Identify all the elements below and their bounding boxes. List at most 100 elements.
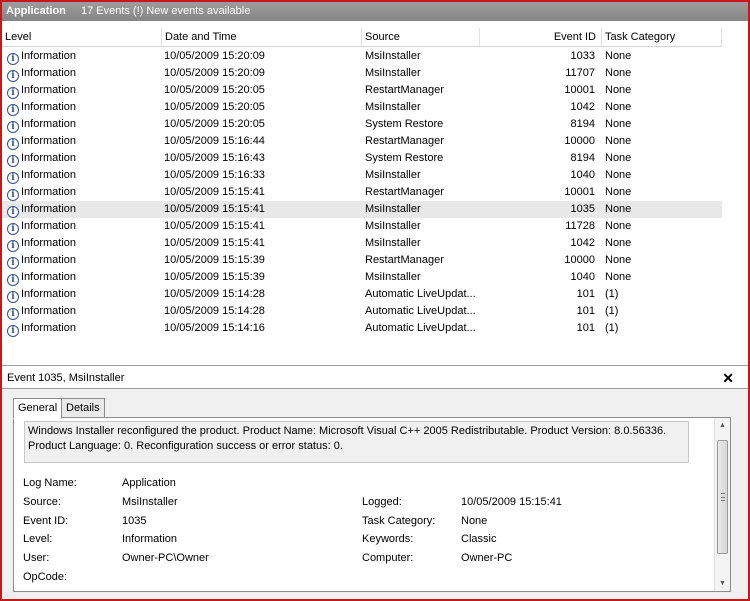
event-row[interactable]: i Information 10/05/2009 15:15:39 RestartMa… [2,252,722,269]
event-date-time: 10/05/2009 15:20:05 [164,84,265,96]
close-icon[interactable]: ✕ [722,367,734,389]
event-task-category: None [605,237,632,249]
event-row[interactable]: i Information 10/05/2009 15:16:43 System Re… [2,150,722,167]
event-source: MsiInstaller [365,271,421,283]
information-icon: i [7,104,19,116]
log-name-title: Application [6,5,66,17]
event-level: i Information [7,320,157,337]
event-date-time: 10/05/2009 15:14:16 [164,322,265,334]
event-task-category: None [605,220,632,232]
information-icon: i [7,274,19,286]
task-category-value: None [461,515,488,527]
event-row[interactable]: i Information 10/05/2009 15:16:33 MsiInstal… [2,167,722,184]
tab-general[interactable]: General [13,398,63,419]
details-scrollbar[interactable]: ▲ ▼ [714,418,730,591]
event-task-category: None [605,67,632,79]
event-id: 10000 [564,254,595,266]
user-label: User: [23,552,50,564]
event-source: Automatic LiveUpdat... [365,288,476,300]
event-source: MsiInstaller [365,203,421,215]
event-level: i Information [7,65,157,82]
event-row[interactable]: i Information 10/05/2009 15:16:44 RestartMa… [2,133,722,150]
event-source: MsiInstaller [365,169,421,181]
event-task-category: None [605,84,632,96]
keywords-value[interactable]: Classic [461,533,496,545]
event-row[interactable]: i Information 10/05/2009 15:20:09 MsiInstal… [2,65,722,82]
event-date-time: 10/05/2009 15:20:09 [164,50,265,62]
event-row[interactable]: i Information 10/05/2009 15:14:28 Automatic… [2,303,722,320]
event-level-text: Information [21,254,77,266]
event-level-text: Information [21,322,77,334]
event-level-text: Information [21,101,77,113]
column-header-event-id[interactable]: Event ID [480,28,602,47]
event-date-time: 10/05/2009 15:16:44 [164,135,265,147]
event-source: MsiInstaller [365,67,421,79]
event-row[interactable]: i Information 10/05/2009 15:20:05 MsiInstal… [2,99,722,116]
event-level-text: Information [21,203,77,215]
level-value: Information [122,533,178,545]
event-task-category: None [605,186,632,198]
event-details-title: Event 1035, MsiInstaller [7,372,125,384]
scroll-thumb[interactable] [717,440,728,554]
event-task-category: (1) [605,322,619,334]
information-icon: i [7,240,19,252]
event-date-time: 10/05/2009 15:20:05 [164,118,265,130]
event-row[interactable]: i Information 10/05/2009 15:14:16 Automatic… [2,320,722,337]
event-row[interactable]: i Information 10/05/2009 15:15:41 MsiInstal… [2,201,722,218]
event-row[interactable]: i Information 10/05/2009 15:15:41 RestartMa… [2,184,722,201]
event-level: i Information [7,269,157,286]
logged-label: Logged: [362,496,402,508]
column-header-date-time[interactable]: Date and Time [162,28,362,47]
event-source: RestartManager [365,135,444,147]
event-task-category: None [605,135,632,147]
event-date-time: 10/05/2009 15:16:33 [164,169,265,181]
information-icon: i [7,70,19,82]
event-level: i Information [7,150,157,167]
task-category-label: Task Category: [362,515,436,527]
column-header-level[interactable]: Level [2,28,162,47]
source-value: MsiInstaller [122,496,178,508]
event-date-time: 10/05/2009 15:14:28 [164,305,265,317]
event-row[interactable]: i Information 10/05/2009 15:15:41 MsiInstal… [2,235,722,252]
event-source: MsiInstaller [365,220,421,232]
event-task-category: (1) [605,305,619,317]
information-icon: i [7,257,19,269]
event-id-value: 1035 [122,515,147,527]
scroll-down-icon[interactable]: ▼ [715,576,730,591]
event-message[interactable]: Windows Installer reconfigured the produ… [24,421,689,463]
column-header-task-category[interactable]: Task Category [602,28,722,47]
event-source: System Restore [365,118,444,130]
event-id: 1035 [570,203,595,215]
event-row[interactable]: i Information 10/05/2009 15:20:05 RestartMa… [2,82,722,99]
event-level: i Information [7,133,157,150]
user-value: Owner-PC\Owner [122,552,209,564]
event-level-text: Information [21,50,77,62]
tab-details[interactable]: Details [61,398,105,418]
event-date-time: 10/05/2009 15:14:28 [164,288,265,300]
event-row[interactable]: i Information 10/05/2009 15:20:09 MsiInstal… [2,48,722,65]
event-level: i Information [7,184,157,201]
event-level: i Information [7,218,157,235]
event-date-time: 10/05/2009 15:16:43 [164,152,265,164]
scroll-up-icon[interactable]: ▲ [715,418,730,433]
event-level: i Information [7,116,157,133]
event-task-category: None [605,271,632,283]
log-title-bar: Application 17 Events (!) New events ava… [2,2,748,21]
event-task-category: None [605,169,632,181]
event-row[interactable]: i Information 10/05/2009 15:20:05 System Re… [2,116,722,133]
event-row[interactable]: i Information 10/05/2009 15:14:28 Automatic… [2,286,722,303]
information-icon: i [7,155,19,167]
log-name-value: Application [122,477,176,489]
event-level: i Information [7,235,157,252]
event-level-text: Information [21,220,77,232]
event-level-text: Information [21,305,77,317]
information-icon: i [7,87,19,99]
event-id: 10001 [564,84,595,96]
event-id: 10000 [564,135,595,147]
event-row[interactable]: i Information 10/05/2009 15:15:39 MsiInstal… [2,269,722,286]
information-icon: i [7,53,19,65]
column-header-source[interactable]: Source [362,28,480,47]
event-id: 11728 [565,220,595,232]
event-date-time: 10/05/2009 15:15:41 [164,237,265,249]
event-row[interactable]: i Information 10/05/2009 15:15:41 MsiInstal… [2,218,722,235]
